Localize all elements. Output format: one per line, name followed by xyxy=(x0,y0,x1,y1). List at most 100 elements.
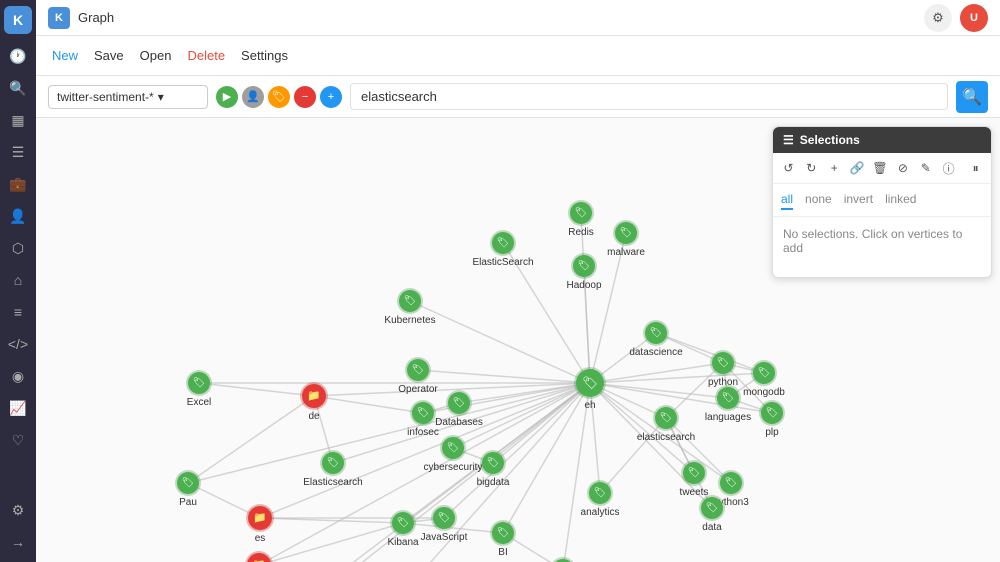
svg-text:🏷: 🏷 xyxy=(417,407,430,419)
tab-linked[interactable]: linked xyxy=(885,190,916,210)
node-cybersecurity[interactable]: 🏷cybersecurity xyxy=(424,435,483,473)
selections-panel: ☰ Selections ↺ ↻ + 🔗 🗑 ⊘ ✎ ⓘ ⏸ all none … xyxy=(772,126,992,278)
svg-text:🏷: 🏷 xyxy=(660,412,673,424)
tab-invert[interactable]: invert xyxy=(844,190,873,210)
svg-text:🏷: 🏷 xyxy=(594,487,607,499)
index-dropdown[interactable]: twitter-sentiment-* ▾ xyxy=(48,85,208,109)
open-button[interactable]: Open xyxy=(136,44,176,67)
node-dataviz[interactable]: 🏷dataviz xyxy=(547,557,579,562)
add-button[interactable]: + xyxy=(825,157,844,179)
filter-plus-button[interactable]: + xyxy=(320,86,342,108)
edit-button[interactable]: ✎ xyxy=(916,157,935,179)
svg-text:de: de xyxy=(308,411,320,422)
graph-area[interactable]: 🏷Redis🏷malware🏷ElasticSearch🏷Hadoop🏷pyth… xyxy=(36,118,1000,562)
node-python[interactable]: 🏷python xyxy=(708,350,738,388)
svg-text:Operator: Operator xyxy=(398,384,438,395)
node-datascience[interactable]: 🏷datascience xyxy=(629,320,683,358)
svg-text:🏷: 🏷 xyxy=(688,467,701,479)
svg-text:🏷: 🏷 xyxy=(447,442,460,454)
filter-sel-button[interactable]: ⊘ xyxy=(893,157,912,179)
node-mongodb[interactable]: 🏷mongodb xyxy=(743,360,785,398)
node-analytics[interactable]: 🏷analytics xyxy=(581,480,620,518)
node-bigdata[interactable]: 🏷bigdata xyxy=(477,450,510,488)
node-Operator[interactable]: 🏷Operator xyxy=(398,357,438,395)
code-icon[interactable]: </> xyxy=(4,330,32,358)
node-Kubernetes[interactable]: 🏷Kubernetes xyxy=(384,288,435,326)
person-icon[interactable]: 👤 xyxy=(4,202,32,230)
history-icon[interactable]: 🕐 xyxy=(4,42,32,70)
node-Elasticsearch[interactable]: 🏷Elasticsearch xyxy=(303,450,362,488)
svg-text:🏷: 🏷 xyxy=(706,502,719,514)
svg-text:🏷: 🏷 xyxy=(327,457,340,469)
titlebar-actions: ⚙ U xyxy=(924,4,988,32)
table-icon[interactable]: ☰ xyxy=(4,138,32,166)
node-tweets[interactable]: 🏷 tweets xyxy=(680,460,709,498)
user-avatar[interactable]: U xyxy=(960,4,988,32)
svg-text:tweets: tweets xyxy=(680,487,709,498)
svg-text:JavaScript: JavaScript xyxy=(421,532,468,543)
filter-tag-button[interactable]: 🏷 xyxy=(268,86,290,108)
heart-icon[interactable]: ♡ xyxy=(4,426,32,454)
dashboard-icon[interactable]: ▦ xyxy=(4,106,32,134)
node-eh[interactable]: 🏷eh xyxy=(574,367,606,411)
selections-body: No selections. Click on vertices to add xyxy=(773,217,991,277)
node-ElasticSearch[interactable]: 🏷ElasticSearch xyxy=(472,230,533,268)
node-es[interactable]: 📁es xyxy=(246,504,274,544)
briefcase-icon[interactable]: 💼 xyxy=(4,170,32,198)
svg-text:🏷: 🏷 xyxy=(766,407,779,419)
filter-person-button[interactable]: 👤 xyxy=(242,86,264,108)
svg-text:Excel: Excel xyxy=(187,397,211,408)
filter-minus-button[interactable]: − xyxy=(294,86,316,108)
svg-text:🏷: 🏷 xyxy=(717,357,730,369)
undo-button[interactable]: ↺ xyxy=(779,157,798,179)
svg-text:infosec: infosec xyxy=(407,427,439,438)
list-icon[interactable]: ≡ xyxy=(4,298,32,326)
settings-button[interactable]: ⚙ xyxy=(924,4,952,32)
svg-text:🏷: 🏷 xyxy=(193,377,206,389)
search-button[interactable]: 🔍 xyxy=(956,81,988,113)
settings-icon[interactable]: ⚙ xyxy=(4,496,32,524)
node-Pau[interactable]: 🏷Pau xyxy=(175,470,201,508)
search-input[interactable] xyxy=(350,83,948,110)
graph2-icon[interactable]: ◉ xyxy=(4,362,32,390)
search-icon[interactable]: 🔍 xyxy=(4,74,32,102)
node-malware[interactable]: 🏷malware xyxy=(607,220,645,258)
filter-green-button[interactable]: ▶ xyxy=(216,86,238,108)
svg-text:🏷: 🏷 xyxy=(650,327,663,339)
node-infosec[interactable]: 🏷 infosec xyxy=(407,400,439,438)
node-Redis[interactable]: 🏷Redis xyxy=(568,200,594,238)
pause-button[interactable]: ⏸ xyxy=(966,157,985,179)
svg-text:📁: 📁 xyxy=(253,512,266,524)
save-button[interactable]: Save xyxy=(90,44,128,67)
svg-text:🏷: 🏷 xyxy=(487,457,500,469)
node-fr[interactable]: 📁fr xyxy=(245,551,273,562)
app-logo[interactable]: K xyxy=(4,6,32,34)
node-elasticsearch[interactable]: 🏷elasticsearch xyxy=(637,405,695,443)
main-area: K Graph ⚙ U New Save Open Delete Setting… xyxy=(36,0,1000,562)
svg-text:🏷: 🏷 xyxy=(497,527,510,539)
link-button[interactable]: 🔗 xyxy=(848,157,867,179)
analytics-icon[interactable]: 📈 xyxy=(4,394,32,422)
node-BI[interactable]: 🏷BI xyxy=(490,520,516,558)
new-button[interactable]: New xyxy=(48,44,82,67)
tab-all[interactable]: all xyxy=(781,190,793,210)
cluster-icon[interactable]: ⬡ xyxy=(4,234,32,262)
svg-text:plp: plp xyxy=(765,427,779,438)
expand-icon[interactable]: → xyxy=(4,528,32,556)
node-data[interactable]: 🏷data xyxy=(699,495,725,533)
redo-button[interactable]: ↻ xyxy=(802,157,821,179)
settings-menu-button[interactable]: Settings xyxy=(237,44,292,67)
node-Hadoop[interactable]: 🏷Hadoop xyxy=(566,253,601,291)
node-plp[interactable]: 🏷 plp xyxy=(759,400,785,438)
delete-button[interactable]: Delete xyxy=(183,44,229,67)
delete-sel-button[interactable]: 🗑 xyxy=(871,157,890,179)
svg-text:🏷: 🏷 xyxy=(620,227,633,239)
svg-text:ElasticSearch: ElasticSearch xyxy=(472,257,533,268)
tab-none[interactable]: none xyxy=(805,190,832,210)
node-Excel[interactable]: 🏷 Excel xyxy=(186,370,212,408)
info-button[interactable]: ⓘ xyxy=(939,157,958,179)
node-de[interactable]: 📁de xyxy=(300,382,328,422)
svg-text:languages: languages xyxy=(705,412,751,423)
toolbar: New Save Open Delete Settings xyxy=(36,36,1000,76)
home-icon[interactable]: ⌂ xyxy=(4,266,32,294)
